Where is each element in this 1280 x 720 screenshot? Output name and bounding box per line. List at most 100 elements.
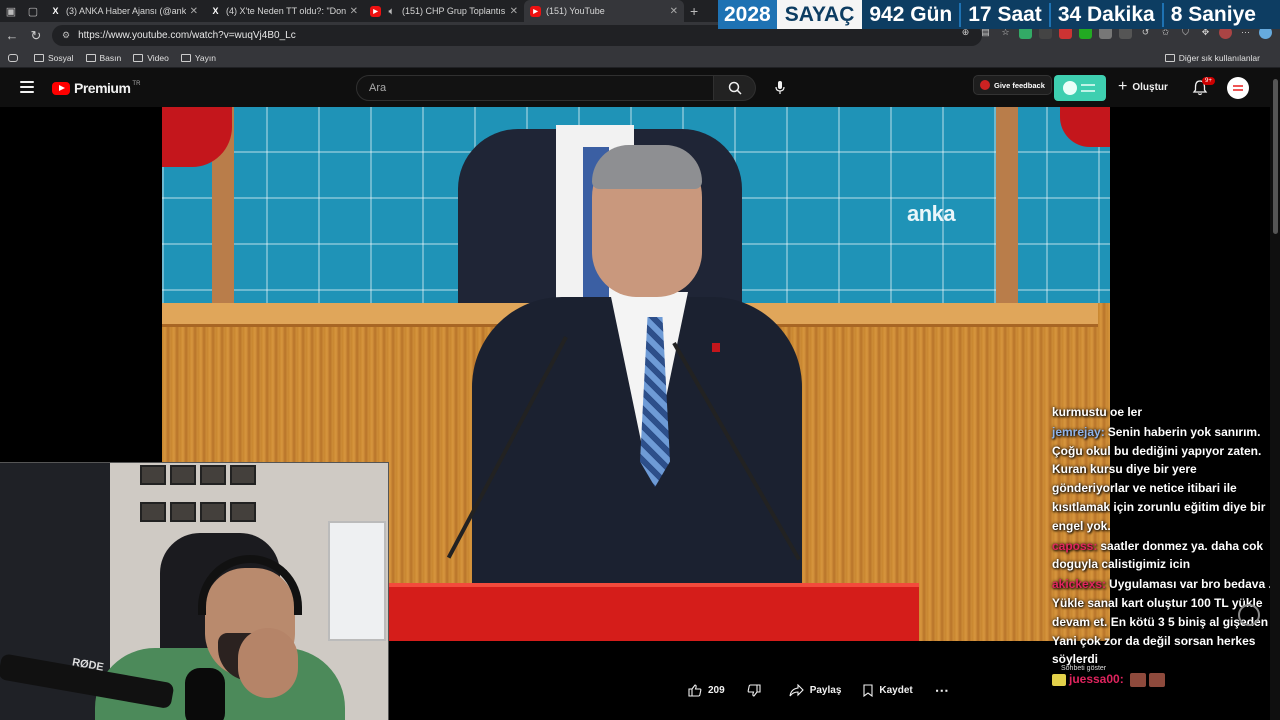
close-tab-icon[interactable]: ✕ — [670, 6, 678, 17]
extension-toggle-button[interactable] — [1054, 75, 1106, 101]
like-button[interactable]: 209 — [688, 683, 725, 697]
youtube-play-icon — [52, 81, 70, 95]
give-feedback-button[interactable]: Give feedback — [973, 75, 1052, 95]
countdown-days: 942 Gün — [869, 2, 953, 26]
youtube-logo[interactable]: Premium TR — [52, 80, 140, 96]
reload-icon[interactable]: ↻ — [24, 28, 48, 44]
countdown-seconds: 8 Saniye — [1170, 2, 1256, 26]
bookmark-icon — [863, 683, 873, 697]
tab-title: (3) ANKA Haber Ajansı (@ankaha — [66, 6, 186, 16]
close-tab-icon[interactable]: ✕ — [190, 6, 198, 17]
chat-username[interactable]: jemrejay: — [1052, 425, 1105, 439]
chat-message: jemrejay: Senin haberin yok sanırım. Çoğu… — [1052, 423, 1276, 536]
chat-badge-icon — [1052, 673, 1066, 686]
chat-message: caposs: saatler donmez ya. daha cok doguy… — [1052, 537, 1276, 575]
browser-tab[interactable]: X (4) X'te Neden TT oldu?: "Donald ✕ — [204, 0, 364, 22]
browser-tab[interactable]: ▶ 🔈︎ (151) CHP Grup Toplantısı / ✕ — [364, 0, 524, 22]
chat-overlay: kurmustu oe ler jemrejay: Senin haberin y… — [1052, 403, 1276, 689]
chat-username[interactable]: akickexs: — [1052, 577, 1106, 591]
bookmark-folder-video[interactable]: Video — [133, 53, 169, 63]
other-favorites[interactable]: Diğer sık kullanılanlar — [1164, 53, 1260, 63]
countdown-label: SAYAÇ — [776, 0, 863, 29]
channel-watermark: anka — [907, 201, 956, 226]
bookmarks-app-icon[interactable] — [8, 54, 22, 62]
page-scrollbar[interactable] — [1270, 69, 1280, 720]
emote-icon — [1148, 672, 1165, 687]
notification-badge: 9+ — [1202, 77, 1215, 85]
dislike-button[interactable] — [747, 683, 767, 697]
plus-icon: + — [1118, 78, 1128, 95]
bookmark-folder-sosyal[interactable]: Sosyal — [34, 53, 74, 63]
like-count: 209 — [708, 684, 725, 696]
youtube-header: Premium TR Ara Give feedback + Oluştur 9… — [0, 69, 1280, 107]
x-icon: X — [212, 6, 219, 16]
chat-message: kurmustu oe ler — [1052, 403, 1276, 422]
webcam-whiteboard — [328, 521, 386, 641]
browser-tab-active[interactable]: ▶ (151) YouTube ✕ — [524, 0, 684, 22]
folder-icon — [180, 54, 191, 62]
tab-actions-icon[interactable]: ▢ — [22, 0, 44, 22]
folder-icon — [34, 54, 44, 62]
speaker-icon[interactable]: 🔈︎ — [386, 6, 397, 17]
chat-username[interactable]: juessa00: — [1069, 670, 1124, 689]
webcam-streamer-hand — [238, 628, 298, 698]
new-tab-button[interactable]: + — [684, 3, 704, 19]
share-icon — [789, 683, 804, 696]
thumbs-down-icon — [747, 683, 761, 697]
chat-text: Senin haberin yok sanırım. Çoğu okul bu … — [1052, 424, 1266, 533]
search-icon — [728, 81, 742, 95]
account-avatar[interactable] — [1227, 77, 1249, 99]
folder-icon — [85, 54, 96, 62]
countdown-banner: 2028 SAYAÇ 942 Gün 17 Saat 34 Dakika 8 S… — [718, 0, 1280, 29]
back-arrow-icon[interactable]: ← — [0, 28, 24, 43]
screen: ▣ ▢ X (3) ANKA Haber Ajansı (@ankaha ✕ X… — [0, 0, 1280, 720]
webcam-overlay: RØDE — [0, 462, 389, 720]
close-tab-icon[interactable]: ✕ — [350, 6, 358, 17]
workspaces-icon[interactable]: ▣ — [0, 0, 22, 22]
menu-lines-icon — [1081, 84, 1095, 92]
chat-replay-icon[interactable] — [1238, 604, 1260, 626]
folder-icon — [1164, 54, 1175, 62]
tab-title: (151) YouTube — [546, 6, 605, 16]
region-code: TR — [132, 80, 141, 87]
folder-icon — [133, 54, 144, 62]
countdown-hours: 17 Saat — [968, 2, 1042, 26]
lapel-pin — [712, 343, 720, 352]
youtube-icon: ▶ — [370, 5, 381, 17]
voice-search-button[interactable] — [766, 75, 794, 101]
create-button[interactable]: + Oluştur — [1118, 78, 1168, 96]
share-button[interactable]: Paylaş — [789, 683, 841, 697]
save-button[interactable]: Kaydet — [863, 683, 913, 697]
countdown-year: 2028 — [718, 0, 777, 29]
youtube-icon: ▶ — [530, 5, 541, 17]
feedback-icon — [980, 80, 990, 90]
search-button[interactable] — [714, 75, 756, 101]
watch-area: anka RØDE kurmustu oe ler jemrejay: Seni… — [0, 107, 1280, 720]
site-info-icon[interactable]: ⚙︎ — [62, 30, 70, 41]
bookmark-folder-basin[interactable]: Basın — [85, 53, 121, 63]
youtube-brand: Premium — [74, 80, 131, 96]
guide-menu-icon[interactable] — [20, 81, 34, 93]
emote-icon — [1129, 672, 1146, 687]
search-input[interactable]: Ara — [356, 75, 714, 101]
bookmark-folder-yayin[interactable]: Yayın — [180, 53, 216, 63]
red-podium-front — [389, 583, 919, 641]
url-text: https://www.youtube.com/watch?v=wuqVj4B0… — [78, 30, 296, 41]
chat-message: juessa00: — [1052, 670, 1276, 689]
close-tab-icon[interactable]: ✕ — [510, 6, 518, 17]
tab-title: (151) CHP Grup Toplantısı / — [402, 6, 506, 16]
chat-text: kurmustu oe ler — [1052, 405, 1143, 419]
thumbs-up-icon — [688, 683, 702, 697]
microphone-icon — [185, 668, 225, 720]
show-chat-button[interactable]: Sohbeti göster — [1061, 665, 1106, 672]
chat-username[interactable]: caposs: — [1052, 539, 1097, 553]
browser-tab[interactable]: X (3) ANKA Haber Ajansı (@ankaha ✕ — [44, 0, 204, 22]
scrollbar-thumb[interactable] — [1273, 79, 1278, 234]
speaker-hair — [592, 145, 702, 189]
countdown-minutes: 34 Dakika — [1057, 2, 1155, 26]
bookmarks-bar: Sosyal Basın Video Yayın Diğer sık kulla… — [0, 49, 1280, 68]
more-actions-button[interactable]: ⋯ — [935, 682, 950, 699]
tab-title: (4) X'te Neden TT oldu?: "Donald — [226, 6, 346, 16]
webcam-picture-frames — [140, 465, 258, 535]
toggle-knob — [1063, 81, 1077, 95]
